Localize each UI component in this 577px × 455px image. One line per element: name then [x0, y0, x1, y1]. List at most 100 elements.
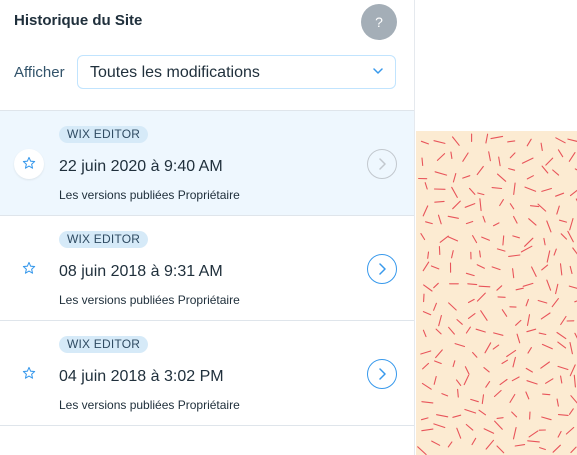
confetti-dash	[483, 428, 495, 434]
confetti-dash	[447, 236, 459, 242]
confetti-dash	[470, 398, 479, 403]
confetti-dash	[465, 220, 474, 225]
confetti-dash	[508, 254, 521, 257]
confetti-dash	[524, 186, 537, 192]
confetti-dash	[499, 199, 504, 207]
confetti-dash	[457, 388, 459, 398]
confetti-dash	[546, 279, 552, 291]
confetti-dash	[422, 261, 430, 272]
confetti-dash	[529, 205, 540, 208]
confetti-dash	[527, 440, 540, 443]
version-item[interactable]: WIX EDITOR 08 juin 2018 à 9:31 AM Les ve…	[0, 215, 414, 320]
confetti-dash	[496, 445, 505, 454]
confetti-dash	[467, 298, 475, 304]
confetti-dash	[537, 299, 548, 304]
confetti-dash	[493, 389, 502, 398]
confetti-dash	[481, 236, 490, 241]
confetti-dash	[452, 360, 456, 368]
confetti-dash	[527, 347, 532, 354]
confetti-dash	[430, 265, 440, 270]
confetti-dash	[438, 314, 442, 327]
confetti-dash	[448, 326, 455, 335]
confetti-dash	[425, 221, 433, 225]
confetti-dash	[570, 446, 577, 454]
confetti-dash	[471, 437, 477, 446]
confetti-dash	[525, 298, 529, 307]
confetti-dash	[468, 187, 476, 195]
confetti-dash	[521, 157, 534, 164]
confetti-dash	[456, 319, 463, 325]
confetti-dash	[514, 444, 526, 447]
favorite-button[interactable]	[14, 149, 44, 179]
confetti-dash	[568, 285, 577, 289]
filter-dropdown[interactable]: Toutes les modifications	[77, 55, 396, 89]
confetti-dash	[546, 250, 551, 263]
help-button[interactable]: ?	[361, 4, 397, 40]
favorite-button[interactable]	[14, 254, 44, 284]
confetti-dash	[557, 149, 564, 158]
version-meta: Les versions publiées Propriétaire	[59, 398, 240, 412]
confetti-dash	[525, 391, 530, 400]
confetti-dash	[435, 349, 443, 359]
confetti-dash	[481, 394, 485, 405]
confetti-dash	[555, 192, 565, 197]
filter-selected-value: Toutes les modifications	[90, 64, 260, 81]
confetti-dash	[557, 430, 562, 438]
confetti-dash	[475, 328, 486, 333]
confetti-dash	[434, 171, 448, 176]
confetti-dash	[507, 140, 516, 143]
confetti-dash	[467, 283, 478, 286]
confetti-dash	[423, 284, 433, 292]
confetti-dash	[567, 138, 577, 142]
favorite-button[interactable]	[14, 359, 44, 389]
editor-badge: WIX EDITOR	[59, 126, 149, 143]
confetti-dash	[541, 165, 549, 174]
confetti-dash	[539, 447, 546, 451]
confetti-dash	[478, 409, 487, 416]
confetti-dash	[515, 287, 524, 291]
open-version-button[interactable]	[367, 254, 397, 284]
confetti-dash	[448, 302, 457, 311]
confetti-dash	[526, 138, 532, 147]
confetti-dash	[492, 344, 500, 350]
confetti-dash	[512, 268, 515, 279]
confetti-dash	[433, 140, 446, 144]
confetti-dash	[546, 220, 552, 233]
confetti-dash	[569, 189, 577, 197]
confetti-dash	[528, 218, 537, 226]
confetti-dash	[565, 426, 575, 435]
confetti-dash	[465, 326, 471, 334]
confetti-dash	[454, 343, 466, 348]
version-item[interactable]: WIX EDITOR 22 juin 2020 à 9:40 AM Les ve…	[0, 110, 414, 215]
confetti-dash	[447, 215, 459, 219]
open-version-button[interactable]	[367, 359, 397, 389]
open-version-button[interactable]	[367, 149, 397, 179]
confetti-dash	[421, 157, 424, 167]
confetti-dash	[464, 366, 470, 375]
confetti-dash	[551, 298, 559, 308]
confetti-dash	[422, 329, 427, 338]
star-icon	[22, 366, 36, 379]
confetti-dash	[472, 351, 478, 358]
confetti-dash	[511, 376, 520, 382]
version-item[interactable]: WIX EDITOR 04 juin 2018 à 3:02 PM Les ve…	[0, 320, 414, 426]
editor-badge: WIX EDITOR	[59, 336, 149, 353]
confetti-dash	[491, 266, 501, 271]
confetti-dash	[513, 215, 518, 224]
confetti-dash	[520, 245, 533, 253]
version-date: 08 juin 2018 à 9:31 AM	[59, 263, 223, 280]
confetti-dash	[435, 328, 442, 335]
confetti-dash	[464, 408, 477, 414]
confetti-dash	[434, 200, 445, 203]
confetti-dash	[515, 319, 522, 326]
confetti-dash	[476, 264, 485, 269]
confetti-dash	[485, 381, 491, 388]
confetti-dash	[502, 235, 505, 246]
confetti-dash	[558, 219, 568, 223]
confetti-dash	[569, 364, 576, 377]
confetti-dash	[560, 233, 568, 240]
confetti-dash	[556, 331, 567, 340]
confetti-dash	[512, 356, 516, 368]
confetti-dash	[455, 379, 462, 386]
confetti-dash	[506, 349, 517, 358]
